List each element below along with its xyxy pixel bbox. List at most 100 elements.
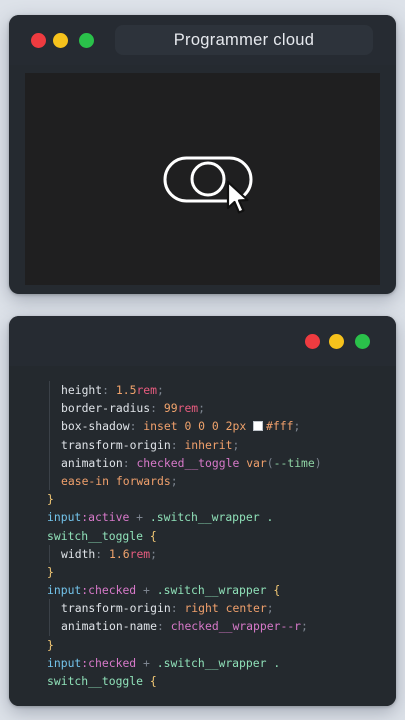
close-button[interactable] [31, 33, 46, 48]
code-line: input:active + .switch__wrapper . [9, 508, 396, 526]
code-token: : [102, 383, 116, 397]
code-line: switch__toggle { [9, 527, 396, 545]
minimize-button[interactable] [329, 334, 344, 349]
code-token: input [47, 583, 82, 598]
code-line: box-shadow: inset 0 0 0 2px #fff; [9, 417, 396, 436]
code-token: switch__toggle [47, 528, 144, 543]
code-token: : [150, 401, 164, 416]
preview-window: Programmer cloud [9, 15, 396, 294]
code-token: 0 [211, 419, 219, 434]
code-token: } [47, 637, 54, 652]
code-line: switch__toggle { [9, 672, 396, 690]
indent-guide [49, 599, 50, 618]
code-token: { [143, 674, 157, 688]
code-line: input:checked + .switch__wrapper . [9, 654, 396, 672]
code-token: switch__toggle [47, 674, 144, 688]
code-token: --time [273, 455, 315, 470]
preview-canvas [25, 73, 380, 285]
code-token: checked__wrapper--r [170, 619, 302, 634]
code-token: : [129, 419, 144, 434]
minimize-button[interactable] [53, 33, 68, 48]
code-token: : [157, 619, 171, 634]
code-line: animation: checked__toggle var(--time) [9, 453, 396, 472]
indent-guide [49, 381, 50, 400]
indent-guide [49, 544, 50, 563]
code-token: rem [129, 546, 151, 561]
code-line: } [9, 563, 396, 581]
code-token: : [170, 437, 185, 452]
mouse-pointer-icon [226, 180, 249, 214]
code-token: { [266, 583, 281, 598]
code-token: animation-name [61, 619, 158, 634]
code-token: } [47, 564, 54, 579]
code-token: .switch__wrapper [149, 510, 260, 525]
code-token: box-shadow [61, 419, 130, 434]
color-swatch [253, 421, 264, 432]
code-token: #fff [266, 419, 294, 434]
code-token: input [47, 510, 82, 525]
code-line: transform-origin: inherit; [9, 435, 396, 454]
code-editor[interactable]: height: 1.5rem; border-radius: 99rem; box-… [9, 366, 396, 706]
code-token: inset [143, 419, 178, 434]
indent-guide [49, 471, 50, 491]
code-token: : [95, 546, 110, 561]
code-token: } [47, 492, 54, 507]
code-token: + [129, 510, 150, 525]
code-token: ; [170, 473, 178, 488]
code-token: :active [81, 510, 130, 525]
code-token: animation [61, 455, 123, 470]
code-token: :checked [81, 655, 137, 670]
indent-guide [49, 617, 50, 636]
code-token: { [143, 528, 157, 543]
code-token: ; [301, 619, 308, 634]
indent-guide [49, 399, 50, 418]
code-token: + [136, 655, 157, 670]
code-token: checked__toggle [136, 455, 240, 470]
indent-guide [49, 417, 50, 436]
code-token: : [122, 455, 137, 470]
code-token: ; [198, 401, 206, 416]
code-token: 1.6 [109, 546, 130, 561]
code-token: ; [150, 546, 158, 561]
code-window: height: 1.5rem; border-radius: 99rem; box-… [9, 316, 396, 706]
code-window-titlebar [9, 316, 396, 366]
code-token: 0 [198, 419, 206, 434]
code-token: border-radius [61, 401, 151, 416]
code-token: transform-origin [61, 437, 171, 452]
code-token: ease-in forwards [61, 473, 171, 488]
code-line: animation-name: checked__wrapper--r; [9, 617, 396, 636]
maximize-button[interactable] [79, 33, 94, 48]
code-token: ) [314, 455, 322, 470]
indent-guide [49, 453, 50, 472]
code-token: ; [293, 419, 301, 434]
code-token: . [266, 655, 281, 670]
code-token: rem [177, 401, 199, 416]
code-token: 2px [225, 419, 247, 434]
code-token: ; [157, 383, 164, 397]
code-token: ; [266, 601, 274, 616]
code-token: .switch__wrapper [156, 583, 267, 598]
code-token: ; [232, 437, 240, 452]
code-line: } [9, 636, 396, 654]
code-line: } [9, 490, 396, 508]
code-token: + [136, 583, 157, 598]
code-token: transform-origin [61, 601, 171, 616]
code-token: var [246, 455, 267, 470]
code-line: border-radius: 99rem; [9, 399, 396, 418]
window-title: Programmer cloud [115, 25, 373, 55]
code-token: input [47, 655, 82, 670]
close-button[interactable] [305, 334, 320, 349]
code-token: width [61, 546, 96, 561]
indent-guide [49, 435, 50, 454]
code-token: height [61, 383, 103, 397]
code-token: :checked [81, 583, 137, 598]
code-line: ease-in forwards; [9, 471, 396, 491]
code-token: 1.5 [115, 383, 137, 397]
maximize-button[interactable] [355, 334, 370, 349]
code-token: right center [184, 601, 267, 616]
code-token: 99 [163, 401, 178, 416]
code-token: : [170, 601, 185, 616]
